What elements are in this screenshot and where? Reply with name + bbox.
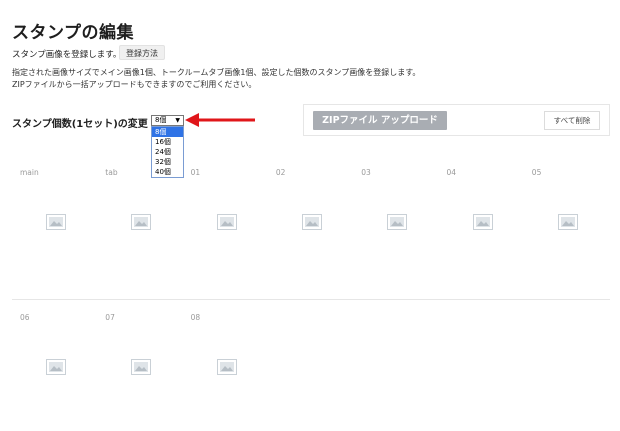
image-placeholder-icon[interactable]: [131, 359, 152, 375]
description-line-2: ZIPファイルから一括アップロードもできますのでご利用ください。: [12, 80, 257, 89]
stamp-slot-label: 01: [190, 168, 201, 177]
zip-upload-button[interactable]: ZIPファイル アップロード: [313, 111, 447, 130]
registration-help-button[interactable]: 登録方法: [119, 45, 165, 60]
stamp-slot[interactable]: 04: [439, 168, 524, 298]
stamp-slot-label: 04: [446, 168, 457, 177]
delete-all-button[interactable]: すべて削除: [544, 111, 600, 130]
stamp-slot-label: 07: [105, 313, 115, 322]
stamp-slot[interactable]: main: [12, 168, 97, 298]
image-placeholder-icon[interactable]: [301, 214, 322, 230]
upload-panel: ZIPファイル アップロード すべて削除: [303, 104, 610, 136]
page-subtitle: スタンプ画像を登録します。: [12, 50, 122, 60]
stamp-count-label: スタンプ個数(1セット)の変更: [12, 119, 148, 130]
image-placeholder-icon[interactable]: [472, 214, 493, 230]
stamp-slot[interactable]: 03: [353, 168, 438, 298]
stamp-slot-label: main: [20, 168, 39, 177]
image-placeholder-icon[interactable]: [557, 214, 578, 230]
row-divider: [12, 299, 610, 300]
image-placeholder-icon[interactable]: [46, 359, 66, 375]
image-placeholder-icon[interactable]: [131, 214, 152, 230]
dropdown-arrow-icon: ▼: [175, 117, 180, 124]
image-placeholder-icon[interactable]: [387, 214, 408, 230]
stamp-count-option[interactable]: 32個: [152, 157, 183, 167]
stamp-slot-label: 08: [190, 313, 201, 322]
stamp-slot[interactable]: tab: [97, 168, 182, 298]
stamp-count-select[interactable]: 8個 ▼: [151, 115, 184, 126]
page-title: スタンプの編集: [12, 23, 134, 43]
stamp-slot[interactable]: 08: [183, 313, 268, 431]
stamp-slot[interactable]: 02: [268, 168, 353, 298]
stamp-slot[interactable]: 06: [12, 313, 97, 431]
image-placeholder-icon[interactable]: [46, 214, 66, 230]
stamp-slot[interactable]: 05: [524, 168, 609, 298]
stamp-slot[interactable]: 01: [183, 168, 268, 298]
description-line-1: 指定された画像サイズでメイン画像1個、トークルームタブ画像1個、設定した個数のス…: [12, 68, 421, 77]
stamp-slot[interactable]: 07: [97, 313, 182, 431]
stamp-slot-label: tab: [105, 168, 118, 177]
stamp-count-option[interactable]: 24個: [152, 147, 183, 157]
red-arrow-annotation-icon: [185, 113, 255, 127]
stamp-count-option[interactable]: 8個: [152, 127, 183, 137]
stamp-count-option[interactable]: 16個: [152, 137, 183, 147]
image-placeholder-icon[interactable]: [216, 359, 237, 375]
stamp-slot-label: 06: [20, 313, 30, 322]
stamp-count-selected-value: 8個: [155, 116, 167, 124]
stamp-slot-label: 02: [275, 168, 286, 177]
image-placeholder-icon[interactable]: [216, 214, 237, 230]
stamp-slot-label: 03: [361, 168, 371, 177]
stamp-slot-label: 05: [531, 168, 542, 177]
